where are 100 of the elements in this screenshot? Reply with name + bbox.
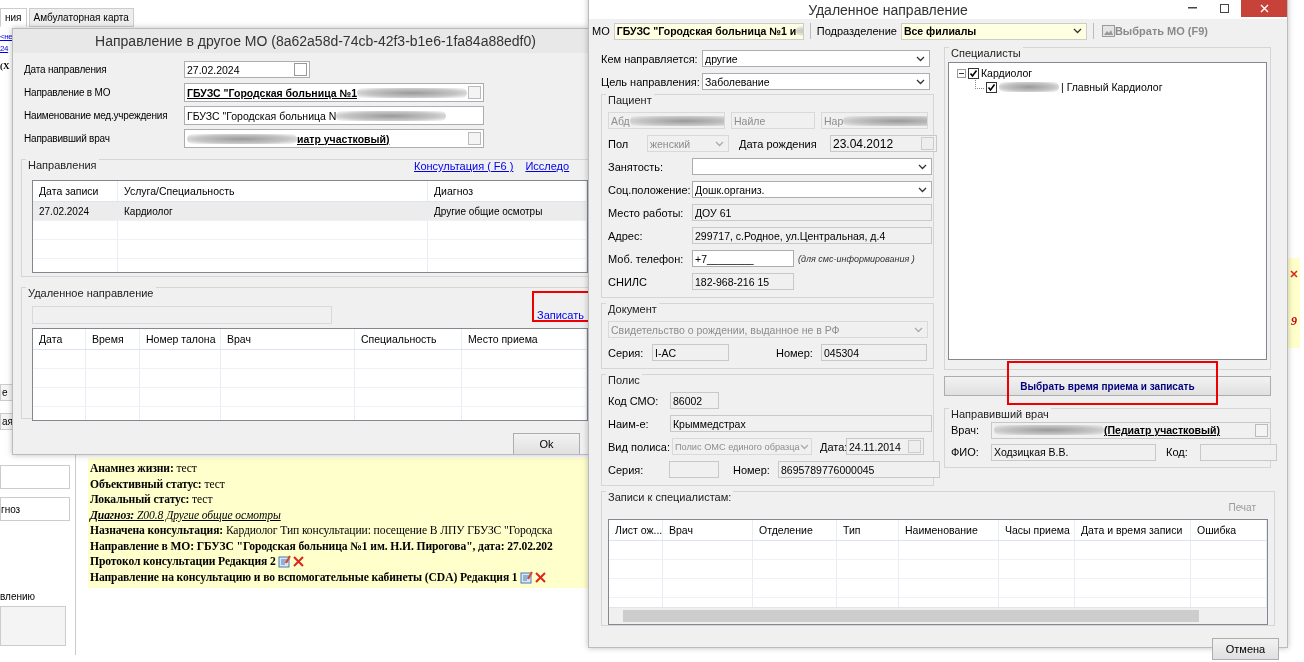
field-label: МО	[592, 25, 610, 37]
field-label: Код:	[1165, 446, 1189, 458]
input-field[interactable]: +7________	[692, 250, 794, 267]
column-header[interactable]: Тип	[837, 520, 899, 540]
column-header[interactable]: Место приема	[462, 329, 587, 349]
table-row[interactable]: 27.02.2024 Кардиолог Другие общие осмотры	[33, 202, 587, 221]
delete-icon[interactable]	[292, 556, 304, 568]
table-cell: 27.02.2024	[33, 202, 118, 220]
column-header[interactable]: Врач	[663, 520, 753, 540]
input-field[interactable]: Ходзицкая В.В.	[991, 443, 1156, 461]
link[interactable]: Исследо	[525, 160, 570, 172]
dialog-title: Удаленное направление	[807, 2, 969, 18]
tab[interactable]: ния	[0, 8, 27, 27]
input-field[interactable]: Заболевание	[702, 73, 930, 90]
column-header[interactable]: Номер талона	[140, 329, 221, 349]
link[interactable]: Записать	[537, 309, 584, 321]
column-header[interactable]: Дата и время записи	[1075, 520, 1191, 540]
input-field[interactable]	[669, 461, 719, 478]
input-field[interactable]: иатр участковый)	[184, 129, 484, 148]
input-field[interactable]	[0, 465, 70, 489]
input-field[interactable]: I-AC	[652, 344, 729, 361]
document-text: Анамнез жизни: тест	[90, 462, 197, 476]
group-title: Полис	[606, 374, 642, 386]
field-label: СНИЛС	[608, 275, 648, 288]
input-field[interactable]: Все филиалы	[900, 22, 1087, 40]
input-field[interactable]: 27.02.2024	[184, 61, 310, 78]
checkbox[interactable]	[968, 67, 979, 79]
column-header[interactable]: Время	[86, 329, 140, 349]
input-field[interactable]: 24.11.2014	[846, 438, 924, 455]
input-field[interactable]: 182-968-216 15	[692, 273, 794, 290]
input-field[interactable]: 045304	[821, 344, 927, 361]
field-label: Направление в МО	[24, 87, 112, 98]
field-label: Наименование мед.учреждения	[24, 110, 169, 121]
field-label: Серия:	[608, 463, 645, 476]
input-field[interactable]: ДОУ 61	[692, 204, 932, 221]
hint-text: (для смс-информирования )	[798, 253, 915, 264]
cancel-button[interactable]: Отмена	[1212, 638, 1279, 660]
column-header[interactable]: Наименование	[899, 520, 999, 540]
input-field[interactable]: 8695789776000045	[778, 461, 940, 478]
column-header[interactable]: Специальность	[355, 329, 462, 349]
document-text: Протокол консультации Редакция 2	[90, 555, 276, 569]
schedule-button[interactable]: Выбрать время приема и записать	[944, 376, 1271, 396]
tab[interactable]: Амбулаторная карта	[28, 8, 134, 27]
document-text: Локальный статус: тест	[90, 493, 213, 507]
field-label: Код СМО:	[608, 394, 660, 407]
delete-icon[interactable]	[534, 571, 546, 583]
collapse-icon[interactable]	[957, 68, 966, 78]
input-field[interactable]: гноз	[0, 497, 70, 521]
checkbox[interactable]	[986, 81, 997, 93]
group-title: Записи к специалистам:	[606, 491, 734, 503]
input-field[interactable]: 23.04.2012	[830, 135, 937, 152]
input-field[interactable]: другие	[702, 50, 930, 67]
column-header[interactable]: Услуга/Специальность	[118, 181, 428, 201]
column-header[interactable]: Диагноз	[428, 181, 587, 201]
link[interactable]: Консультация ( F6 )	[414, 160, 514, 172]
diagnosis-link[interactable]: Диагноз: Z00.8 Другие общие осмотры	[90, 508, 281, 522]
field-label: Вид полиса:	[608, 440, 670, 453]
group-title: Документ	[606, 303, 659, 315]
field-label: Место работы:	[608, 206, 685, 219]
input-field[interactable]	[1200, 443, 1277, 461]
field-label: Моб. телефон:	[608, 252, 685, 265]
field-label: Направивший врач	[24, 133, 111, 144]
column-header[interactable]: Дата записи	[33, 181, 118, 201]
horizontal-scrollbar[interactable]	[609, 607, 1267, 624]
field-label: Кем направляется:	[601, 52, 698, 65]
image-icon	[1101, 25, 1115, 37]
field-label: влению	[0, 591, 37, 602]
field-label: Дата направления	[24, 64, 108, 75]
input-field[interactable]: (Педиатр участковый)	[991, 421, 1271, 439]
input-field[interactable]	[692, 158, 932, 175]
text-area[interactable]	[0, 606, 66, 646]
link[interactable]: <не	[0, 31, 13, 43]
input-field[interactable]: Крыммедстрах	[670, 415, 932, 432]
input-field[interactable]: 299717, с.Родное, ул.Центральная, д.4	[692, 227, 932, 244]
ok-button[interactable]: Ok	[513, 433, 580, 454]
edit-icon[interactable]	[519, 570, 533, 584]
tree-item[interactable]: Кардиолог	[981, 67, 1033, 79]
column-header[interactable]: Лист ож...	[609, 520, 663, 540]
column-header[interactable]: Часы приема	[999, 520, 1075, 540]
group-title: Удаленное направление	[26, 287, 156, 299]
minimize-icon	[1187, 7, 1197, 9]
edit-icon[interactable]	[277, 555, 291, 569]
group-title: Направивший врач	[949, 408, 1051, 420]
checkbox[interactable]	[294, 63, 307, 76]
document-text: Направление в МО: ГБУЗС "Городская больница №1 им. Н.И. Пирогова", дата: 27.02.202	[90, 539, 553, 553]
field-label: Дата:	[819, 440, 844, 453]
field-label: Адрес:	[608, 229, 644, 242]
input-field[interactable]: ГБУЗС "Городская больница №1 и	[613, 22, 804, 40]
tree-item[interactable]: | Главный Кардиолог	[999, 81, 1163, 93]
column-header[interactable]: Врач	[221, 329, 355, 349]
input-field[interactable]: 86002	[670, 392, 719, 409]
link[interactable]: 24	[0, 43, 9, 55]
document-text: Назначена консультация: Кардиолог Тип консультации: посещение В ЛПУ ГБУЗС "Городска	[90, 524, 553, 538]
delete-icon	[1290, 270, 1298, 278]
input-field[interactable]: ГБУЗС "Городская больница №1	[184, 83, 484, 102]
input-field[interactable]: ГБУЗС "Городская больница N	[184, 106, 484, 125]
column-header[interactable]: Дата	[33, 329, 86, 349]
column-header[interactable]: Отделение	[753, 520, 837, 540]
input-field[interactable]: Дошк.организ.	[692, 181, 932, 198]
column-header[interactable]: Ошибка	[1191, 520, 1267, 540]
